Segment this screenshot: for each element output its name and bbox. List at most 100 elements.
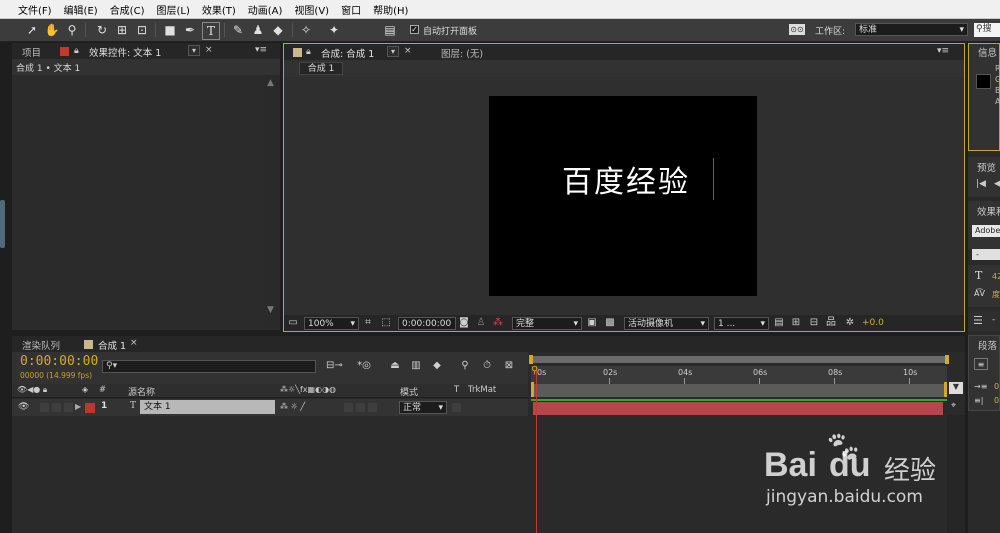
scroll-down-icon[interactable]: ▼ xyxy=(267,305,274,315)
auto-keyframe-icon[interactable]: ⏱ xyxy=(479,360,495,372)
zoom-handle-left[interactable] xyxy=(529,355,533,364)
hand-tool-icon[interactable]: ✋ xyxy=(44,22,60,38)
tab-timeline-comp[interactable]: 合成 1 xyxy=(98,338,126,352)
menu-lines-icon[interactable]: ☰ xyxy=(973,314,983,327)
tracking-value[interactable]: 度 xyxy=(992,289,1000,300)
channel-icon[interactable]: ⁂ xyxy=(492,317,504,329)
info-title[interactable]: 信息 xyxy=(978,45,997,59)
panel-menu-icon[interactable]: ▾≡ xyxy=(255,45,267,55)
brainstorm-icon[interactable]: ⚲ xyxy=(457,360,473,372)
tab-effect-controls[interactable]: 效果控件: 文本 1 xyxy=(89,45,161,59)
font-size-value[interactable]: 42 xyxy=(992,272,1000,281)
menu-edit[interactable]: 编辑(E) xyxy=(58,2,104,17)
roto-brush-tool-icon[interactable]: ✧ xyxy=(298,22,314,38)
graph-editor-icon[interactable]: ⊠ xyxy=(501,360,517,372)
audio-toggle[interactable] xyxy=(40,403,49,412)
layer-name-field[interactable]: 文本 1 xyxy=(140,400,275,414)
menu-view[interactable]: 视图(V) xyxy=(288,2,335,17)
chevron-down-icon[interactable]: ▾ xyxy=(387,46,399,57)
close-icon[interactable]: × xyxy=(404,46,412,56)
preview-title[interactable]: 预览 xyxy=(977,160,996,174)
effects-minus-button[interactable]: - xyxy=(972,249,1000,260)
draft-3d-icon[interactable]: *◎ xyxy=(356,360,372,372)
tab-composition[interactable]: 合成: 合成 1 xyxy=(321,46,374,60)
switch-box[interactable] xyxy=(368,403,377,412)
comp-mini-flowchart-icon[interactable]: ⊟⊸ xyxy=(326,360,343,372)
always-preview-icon[interactable]: ▭ xyxy=(287,317,299,329)
lock-toggle[interactable] xyxy=(64,403,73,412)
work-area-start-handle[interactable] xyxy=(531,382,534,397)
switch-box[interactable] xyxy=(344,403,353,412)
puppet-tool-icon[interactable]: ✦ xyxy=(326,22,342,38)
first-frame-icon[interactable]: |◀ xyxy=(976,179,986,189)
show-snapshot-icon[interactable]: ♙ xyxy=(475,317,487,329)
table-row[interactable]: 👁︎ ▶ 1 T 文本 1 ⁂ ☼ ╱ 正常 ▾ xyxy=(12,399,528,416)
current-time-indicator[interactable] xyxy=(536,366,537,533)
paragraph-title[interactable]: 段落 xyxy=(978,338,997,352)
dock-handle[interactable] xyxy=(0,200,5,248)
indent-first-value[interactable]: 0 xyxy=(994,396,999,405)
tab-project[interactable]: 项目 xyxy=(22,45,41,59)
flowchart-tab-comp[interactable]: 合成 1 xyxy=(299,62,343,75)
exposure-value[interactable]: +0.0 xyxy=(862,318,884,328)
camera-select[interactable]: 活动摄像机 ▾ xyxy=(624,317,709,330)
auto-open-checkbox[interactable]: ✓ xyxy=(410,25,419,34)
preserve-transparency-toggle[interactable] xyxy=(452,403,461,412)
solo-toggle[interactable] xyxy=(52,403,61,412)
camera-tool-icon[interactable]: ⊞ xyxy=(114,22,130,38)
flowchart-icon[interactable]: 品 xyxy=(825,317,837,329)
frame-blending-icon[interactable]: ▥ xyxy=(408,360,424,372)
region-of-interest-icon[interactable]: ▣ xyxy=(586,317,598,329)
pen-tool-icon[interactable]: ✒ xyxy=(182,22,198,38)
menu-help[interactable]: 帮助(H) xyxy=(367,2,414,17)
expand-chevron-icon[interactable]: ▶ xyxy=(75,402,81,411)
selection-tool-icon[interactable]: ➚ xyxy=(24,22,40,38)
menu-layer[interactable]: 图层(L) xyxy=(150,2,195,17)
shy-layers-icon[interactable]: ⏏ xyxy=(387,360,403,372)
menu-window[interactable]: 窗口 xyxy=(335,2,367,17)
workspace-select[interactable]: 标准 ▾ xyxy=(855,23,968,36)
brush-tool-icon[interactable]: ✎ xyxy=(230,22,246,38)
type-tool-icon[interactable]: T xyxy=(202,22,220,40)
menu-composition[interactable]: 合成(C) xyxy=(104,2,151,17)
zoom-tool-icon[interactable]: ⚲ xyxy=(64,22,80,38)
timeline-timecode[interactable]: 0:00:00:00 xyxy=(20,354,98,369)
toggle-pixel-aspect-icon[interactable]: ▤ xyxy=(773,317,785,329)
vertical-scrollbar[interactable]: ▲ ▼ xyxy=(264,75,280,330)
mask-visibility-icon[interactable]: ⬚ xyxy=(380,317,392,329)
effects-presets-title[interactable]: 效果和预设 xyxy=(977,204,1000,218)
clone-stamp-tool-icon[interactable]: ♟ xyxy=(250,22,266,38)
panel-menu-icon[interactable]: ▾≡ xyxy=(937,46,949,56)
timeline-search-input[interactable]: ⚲▾ xyxy=(102,360,316,373)
canvas-text[interactable]: 百度经验 xyxy=(562,157,690,201)
eraser-tool-icon[interactable]: ◆ xyxy=(270,22,286,38)
layer-switches-icon[interactable]: ⁂ ☼ ╱ xyxy=(280,402,305,411)
effects-search-input[interactable]: Adobe xyxy=(972,225,1000,237)
resolution-select[interactable]: 完整 ▾ xyxy=(512,317,582,330)
current-time-field[interactable]: 0:00:00:00 xyxy=(398,317,456,330)
prev-frame-icon[interactable]: ◀ xyxy=(994,179,1000,189)
lock-icon[interactable]: 🔒︎ xyxy=(306,47,311,57)
zoom-handle-right[interactable] xyxy=(945,355,949,364)
menu-effect[interactable]: 效果(T) xyxy=(196,2,242,17)
align-left-icon[interactable]: ≡ xyxy=(974,358,988,370)
close-icon[interactable]: × xyxy=(205,45,213,55)
blend-mode-select[interactable]: 正常 ▾ xyxy=(399,401,447,414)
layer-duration-bar[interactable] xyxy=(533,402,943,415)
comp-marker-bin-icon[interactable]: ▼ xyxy=(949,382,963,394)
panel-toggle-icon[interactable]: ▤ xyxy=(382,22,398,38)
zoom-select[interactable]: 100% ▾ xyxy=(304,317,359,330)
help-search-field[interactable]: ⚲搜 xyxy=(974,23,1000,37)
work-area-scrollbar[interactable] xyxy=(531,356,947,363)
motion-blur-icon[interactable]: ◆ xyxy=(429,360,445,372)
lock-icon[interactable]: 🔒︎ xyxy=(74,46,79,56)
chevron-down-icon[interactable]: ▾ xyxy=(188,45,200,56)
timeline-icon[interactable]: ⊟ xyxy=(808,317,820,329)
pan-behind-tool-icon[interactable]: ⊡ xyxy=(134,22,150,38)
menu-animation[interactable]: 动画(A) xyxy=(242,2,289,17)
scroll-up-icon[interactable]: ▲ xyxy=(267,78,274,88)
switch-box[interactable] xyxy=(356,403,365,412)
transparency-grid-icon[interactable]: ▩ xyxy=(604,317,616,329)
safe-margins-icon[interactable]: ⌗ xyxy=(362,317,374,329)
composition-canvas[interactable]: 百度经验 xyxy=(489,96,757,296)
